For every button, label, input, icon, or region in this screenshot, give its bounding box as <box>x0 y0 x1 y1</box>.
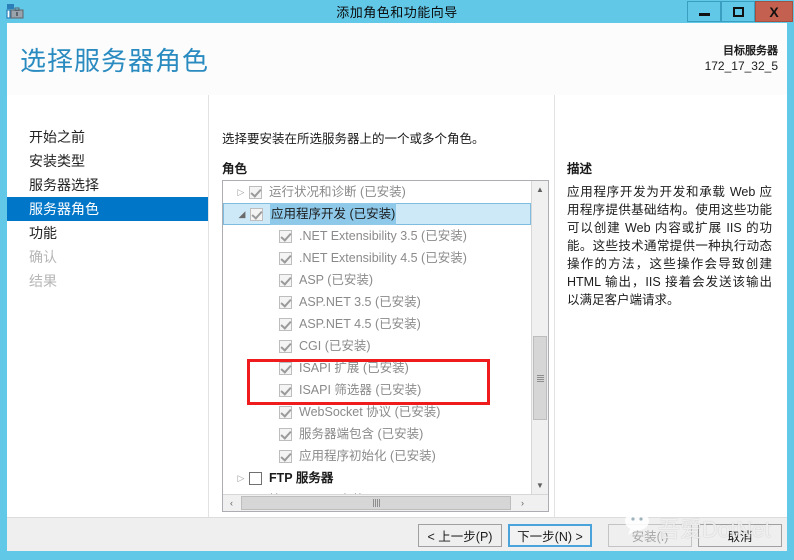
sidebar-item-label: 开始之前 <box>29 129 85 145</box>
tree-row[interactable]: CGI (已安装) <box>223 335 531 357</box>
roles-tree[interactable]: ▷ 运行状况和诊断 (已安装) ◢ 应用程序开发 (已安装) .NET Extensib… <box>223 181 531 494</box>
wizard-window: 添加角色和功能向导 X 选择服务器角色 目标服务器 172_17_32_5 开始… <box>0 0 794 560</box>
tree-row[interactable]: ASP.NET 3.5 (已安装) <box>223 291 531 313</box>
minimize-button[interactable] <box>687 1 721 22</box>
sidebar-item-label: 安装类型 <box>29 153 85 169</box>
vertical-scroll-thumb[interactable] <box>533 336 547 420</box>
main-content: 选择要安装在所选服务器上的一个或多个角色。 角色 ▷ 运行状况和诊断 (已安装) ◢… <box>210 95 553 517</box>
sidebar-item-0[interactable]: 开始之前 <box>7 125 208 149</box>
tree-row-label: FTP 服务器 <box>269 471 334 485</box>
sidebar-item-label: 服务器选择 <box>29 177 99 193</box>
tree-row-label: ASP.NET 4.5 (已安装) <box>299 317 421 331</box>
checkbox[interactable] <box>279 383 292 397</box>
tree-row-label: 应用程序初始化 (已安装) <box>299 449 436 463</box>
checkbox[interactable] <box>279 229 292 243</box>
checkbox[interactable] <box>279 361 292 375</box>
sidebar-item-4[interactable]: 功能 <box>7 221 208 245</box>
sidebar-item-2[interactable]: 服务器选择 <box>7 173 208 197</box>
scroll-down-button[interactable]: ▼ <box>532 477 548 494</box>
checkbox[interactable] <box>249 185 262 199</box>
scroll-right-button[interactable]: › <box>514 495 531 511</box>
checkbox[interactable] <box>279 339 292 353</box>
checkbox[interactable] <box>279 449 292 463</box>
sidebar-item-label: 结果 <box>29 273 57 289</box>
horizontal-scrollbar[interactable]: ‹ › <box>223 494 548 511</box>
wizard-nav: 开始之前安装类型服务器选择服务器角色功能确认结果 <box>7 95 209 517</box>
scroll-left-button[interactable]: ‹ <box>223 495 240 511</box>
tree-row[interactable]: ISAPI 筛选器 (已安装) <box>223 379 531 401</box>
sidebar-item-label: 服务器角色 <box>29 201 99 217</box>
window-title: 添加角色和功能向导 <box>336 5 458 20</box>
title-bar: 添加角色和功能向导 X <box>0 0 794 23</box>
expander-closed-icon[interactable]: ▷ <box>233 467 249 489</box>
description-title: 描述 <box>567 162 593 176</box>
grip-icon <box>536 374 544 382</box>
checkbox[interactable] <box>250 207 263 221</box>
tree-row-label: 服务器端包含 (已安装) <box>299 427 424 441</box>
tree-row[interactable]: 服务器端包含 (已安装) <box>223 423 531 445</box>
tree-row[interactable]: ASP.NET 4.5 (已安装) <box>223 313 531 335</box>
instruction-text: 选择要安装在所选服务器上的一个或多个角色。 <box>222 132 485 146</box>
checkbox[interactable] <box>279 427 292 441</box>
checkbox[interactable] <box>279 295 292 309</box>
minimize-icon <box>698 12 710 16</box>
dialog-footer: < 上一步(P) 下一步(N) > 安装(I) 取消 <box>7 517 787 551</box>
checkbox[interactable] <box>279 317 292 331</box>
expander-closed-icon[interactable]: ▷ <box>233 181 249 203</box>
close-button[interactable]: X <box>755 1 793 22</box>
description-pane: 描述 应用程序开发为开发和承载 Web 应用程序提供基础结构。使用这些功能可以创… <box>554 95 787 517</box>
tree-row[interactable]: ◢ 应用程序开发 (已安装) <box>223 203 531 225</box>
tree-row-label: ISAPI 扩展 (已安装) <box>299 361 409 375</box>
page-header: 选择服务器角色 目标服务器 172_17_32_5 <box>7 23 787 95</box>
description-body: 应用程序开发为开发和承载 Web 应用程序提供基础结构。使用这些功能可以创建 W… <box>567 185 772 307</box>
checkbox[interactable] <box>279 405 292 419</box>
cancel-button[interactable]: 取消 <box>698 524 782 547</box>
tree-row-label: 运行状况和诊断 (已安装) <box>269 185 406 199</box>
checkbox[interactable] <box>279 273 292 287</box>
tree-row-label: .NET Extensibility 3.5 (已安装) <box>299 229 467 243</box>
maximize-icon <box>732 6 744 17</box>
target-server-value: 172_17_32_5 <box>704 59 778 73</box>
sidebar-item-5: 确认 <box>7 245 208 269</box>
target-server: 目标服务器 172_17_32_5 <box>705 44 778 74</box>
checkbox[interactable] <box>249 471 262 485</box>
expander-open-icon[interactable]: ◢ <box>234 203 250 225</box>
tree-row-label: 应用程序开发 (已安装) <box>270 203 397 225</box>
vertical-scrollbar[interactable]: ▲ ▼ <box>531 181 548 494</box>
tree-row[interactable]: ▷ 运行状况和诊断 (已安装) <box>223 181 531 203</box>
previous-button[interactable]: < 上一步(P) <box>418 524 502 547</box>
sidebar-item-3[interactable]: 服务器角色 <box>7 197 208 221</box>
horizontal-scroll-thumb[interactable] <box>241 496 511 510</box>
tree-row-label: ISAPI 筛选器 (已安装) <box>299 383 422 397</box>
sidebar-item-6: 结果 <box>7 269 208 293</box>
tree-row[interactable]: ISAPI 扩展 (已安装) <box>223 357 531 379</box>
install-button: 安装(I) <box>608 524 692 547</box>
tree-row[interactable]: 应用程序初始化 (已安装) <box>223 445 531 467</box>
page-title: 选择服务器角色 <box>20 46 210 76</box>
sidebar-item-label: 确认 <box>29 249 57 265</box>
tree-row[interactable]: .NET Extensibility 3.5 (已安装) <box>223 225 531 247</box>
grip-icon <box>372 499 380 507</box>
tree-row[interactable]: ▷ FTP 服务器 <box>223 467 531 489</box>
tree-row[interactable]: WebSocket 协议 (已安装) <box>223 401 531 423</box>
next-button[interactable]: 下一步(N) > <box>508 524 592 547</box>
tree-row-label: .NET Extensibility 4.5 (已安装) <box>299 251 467 265</box>
tree-row[interactable]: ASP (已安装) <box>223 269 531 291</box>
roles-label: 角色 <box>222 162 248 176</box>
scroll-up-button[interactable]: ▲ <box>532 181 548 198</box>
sidebar-item-label: 功能 <box>29 225 57 241</box>
sidebar-item-1[interactable]: 安装类型 <box>7 149 208 173</box>
target-server-label: 目标服务器 <box>723 45 778 57</box>
checkbox[interactable] <box>279 251 292 265</box>
roles-listbox[interactable]: ▷ 运行状况和诊断 (已安装) ◢ 应用程序开发 (已安装) .NET Extensib… <box>222 180 549 512</box>
tree-row-label: ASP.NET 3.5 (已安装) <box>299 295 421 309</box>
tree-row-label: WebSocket 协议 (已安装) <box>299 405 441 419</box>
dialog-body: 选择服务器角色 目标服务器 172_17_32_5 开始之前安装类型服务器选择服… <box>7 23 787 551</box>
tree-row[interactable]: .NET Extensibility 4.5 (已安装) <box>223 247 531 269</box>
tree-row-label: CGI (已安装) <box>299 339 371 353</box>
maximize-button[interactable] <box>721 1 755 22</box>
tree-row-label: ASP (已安装) <box>299 273 374 287</box>
